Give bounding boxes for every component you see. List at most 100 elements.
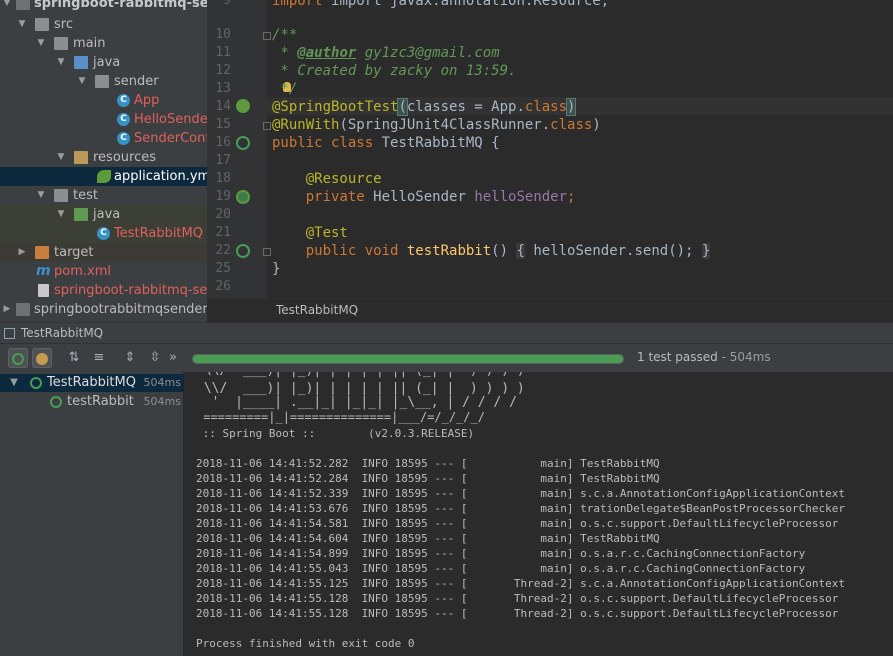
tree-item-iml[interactable]: springboot-rabbitmq-sender.iml (0, 281, 207, 300)
chevron-down-icon[interactable]: ▼ (56, 53, 66, 72)
banner-line: \\/ ___)| |_)| | | | | || (_| | ) ) ) ) (196, 381, 525, 396)
autowire-gutter-icon[interactable] (236, 190, 250, 204)
test-row-class[interactable]: ▼ TestRabbitMQ 504ms (0, 374, 184, 392)
chevron-down-icon[interactable]: ▼ (17, 15, 27, 34)
tree-item-label: src (54, 17, 73, 32)
code-line: public class TestRabbitMQ { (272, 134, 500, 152)
show-passed-button[interactable] (8, 348, 28, 368)
tree-item-app[interactable]: C App (0, 91, 207, 110)
module-folder-icon (16, 0, 30, 10)
class-icon: C (97, 227, 110, 240)
test-results-tree: ▼ TestRabbitMQ 504ms testRabbit 504ms (0, 372, 184, 656)
fold-icon[interactable] (263, 248, 271, 256)
tree-item-src[interactable]: ▼ src (0, 15, 207, 34)
tree-item-test[interactable]: ▼ test (0, 186, 207, 205)
console-output[interactable]: \\/ ___)| |_)| | | | | || (_| | ) ) ) ) … (185, 372, 893, 656)
chevron-right-icon[interactable]: ▶ (17, 243, 27, 262)
test-progress-bar (192, 354, 624, 364)
line-number: 15 (215, 117, 231, 132)
folder-icon (54, 189, 68, 202)
tree-item-pom[interactable]: m pom.xml (0, 262, 207, 281)
tree-item-label: pom.xml (54, 264, 111, 279)
fold-icon[interactable] (263, 32, 271, 40)
log-line: 2018-11-06 14:41:54.604 INFO 18595 --- [… (196, 532, 660, 545)
check-circle-icon (12, 353, 24, 365)
fold-icon[interactable] (263, 122, 271, 130)
double-chevron-right-icon: » (169, 350, 177, 365)
doc-author-value: gy1zc3@gmail.com (356, 45, 500, 61)
chevron-down-icon[interactable]: ▼ (77, 72, 87, 91)
collapse-all-button[interactable]: ⇳ (145, 348, 165, 368)
tree-item-label: HelloSender (134, 112, 207, 127)
method-body: helloSender.send(); (524, 243, 702, 259)
log-line: 2018-11-06 14:41:54.899 INFO 18595 --- [… (196, 547, 806, 560)
sort-alphabetically-button[interactable]: ⇅ (64, 348, 84, 368)
line-number: 19 (215, 189, 231, 204)
banner-line: =========|_|==============|___/=/_/_/_/ (196, 410, 485, 424)
chevron-down-icon[interactable]: ▼ (56, 148, 66, 167)
test-row-method[interactable]: testRabbit 504ms (0, 393, 184, 411)
run-test-gutter-icon[interactable] (236, 244, 250, 258)
run-test-gutter-icon[interactable] (236, 136, 250, 150)
spring-bean-gutter-icon[interactable] (236, 99, 250, 113)
code-line: */ (272, 81, 298, 97)
line-number: 20 (215, 207, 231, 222)
tree-item-senderconf[interactable]: C SenderConf (0, 129, 207, 148)
chevron-right-icon[interactable]: ▶ (2, 300, 12, 319)
expand-all-button[interactable]: ⇕ (120, 348, 140, 368)
code-line: /** (272, 27, 298, 43)
code-line: } (272, 261, 281, 277)
tree-item-label: springboot-rabbitmq-sender (34, 0, 207, 11)
field-type: HelloSender (373, 189, 475, 205)
log-line: 2018-11-06 14:41:54.581 INFO 18595 --- [… (196, 517, 839, 530)
spring-leaf-icon (97, 170, 111, 183)
test-passed-icon (50, 396, 62, 408)
code-import: import javax.annotation.Resource; (331, 0, 610, 9)
chevron-down-icon[interactable]: ▼ (2, 0, 12, 13)
doc-star: * (272, 45, 298, 61)
chevron-down-icon[interactable]: ▼ (36, 34, 46, 53)
log-line: 2018-11-06 14:41:55.128 INFO 18595 --- [… (196, 607, 839, 620)
test-folder-icon (74, 208, 88, 221)
tree-item-label: resources (93, 150, 157, 165)
tree-item-hellosender[interactable]: C HelloSender (0, 110, 207, 129)
tree-item-label: application.yml (114, 169, 207, 184)
line-number: 22 (215, 243, 231, 258)
folder-icon (35, 18, 49, 31)
tree-item-application-yml[interactable]: application.yml (0, 167, 207, 186)
test-status: 1 test passed - 504ms (637, 350, 771, 364)
run-tab-title[interactable]: TestRabbitMQ (21, 326, 103, 340)
more-actions-button[interactable]: » (166, 348, 180, 368)
tree-item-sender-package[interactable]: ▼ sender (0, 72, 207, 91)
code-line: * Created by zacky on 13:59. (272, 63, 517, 79)
annotation: @RunWith (272, 117, 340, 133)
method-name: testRabbit (406, 243, 492, 259)
tree-item-testrabbitmq[interactable]: C TestRabbitMQ (0, 224, 207, 243)
status-time: - 504ms (717, 350, 771, 364)
chevron-down-icon[interactable]: ▼ (9, 374, 19, 392)
status-text: 1 test passed (637, 350, 718, 364)
tree-item-label: springboot-rabbitmq-sender.iml (54, 283, 207, 298)
tree-item-resources[interactable]: ▼ resources (0, 148, 207, 167)
tree-item-main[interactable]: ▼ main (0, 34, 207, 53)
tree-item-test-java[interactable]: ▼ java (0, 205, 207, 224)
chevron-down-icon[interactable]: ▼ (36, 186, 46, 205)
tree-item-target[interactable]: ▶ target (0, 243, 207, 262)
breadcrumb-item[interactable]: TestRabbitMQ (276, 303, 358, 317)
tree-item-java[interactable]: ▼ java (0, 53, 207, 72)
code-line: @Test (272, 224, 348, 242)
sort-by-duration-button[interactable]: ≡ (89, 348, 109, 368)
package-icon (95, 75, 109, 88)
editor-breadcrumb[interactable]: TestRabbitMQ (207, 298, 893, 322)
keyword: class (550, 117, 593, 133)
sort-alpha-icon: ⇅ (68, 350, 80, 365)
log-line: 2018-11-06 14:41:55.128 INFO 18595 --- [… (196, 592, 839, 605)
tree-item-label: test (73, 188, 98, 203)
tree-item-label: sender (114, 74, 159, 89)
code-line: @RunWith(SpringJUnit4ClassRunner.class) (272, 117, 601, 133)
tree-item-external[interactable]: ▶ springbootrabbitmqsender (0, 300, 207, 319)
keyword: public void (305, 243, 407, 259)
chevron-down-icon[interactable]: ▼ (56, 205, 66, 224)
tree-item-project-root[interactable]: ▼ springboot-rabbitmq-sender (0, 0, 207, 13)
show-ignored-button[interactable] (32, 348, 52, 368)
